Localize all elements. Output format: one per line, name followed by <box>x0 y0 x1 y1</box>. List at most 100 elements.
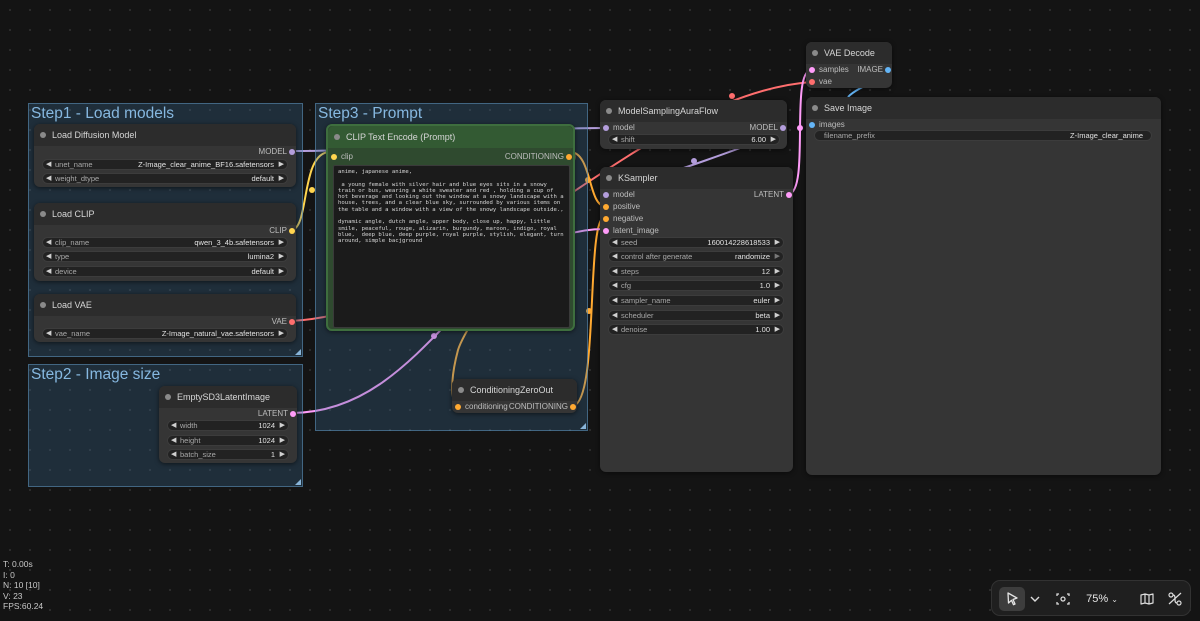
node-load-clip[interactable]: Load CLIP CLIP ◀ clip_name qwen_3_4b.saf… <box>34 203 296 281</box>
prompt-textarea[interactable]: anime, japanese anime, a young female wi… <box>333 165 570 328</box>
group-resize-handle[interactable] <box>295 479 301 485</box>
group-step1-title[interactable]: Step1 - Load models <box>29 104 302 122</box>
arrow-left-icon[interactable]: ◀ <box>612 252 617 261</box>
group-step2-title[interactable]: Step2 - Image size <box>29 365 302 383</box>
node-clip-text-encode[interactable]: CLIP Text Encode (Prompt) clip CONDITION… <box>326 124 575 331</box>
arrow-left-icon[interactable]: ◀ <box>612 135 617 144</box>
arrow-left-icon[interactable]: ◀ <box>46 267 51 276</box>
arrow-right-icon[interactable]: ▶ <box>775 296 780 305</box>
arrow-right-icon[interactable]: ▶ <box>279 160 284 169</box>
arrow-right-icon[interactable]: ▶ <box>775 311 780 320</box>
arrow-right-icon[interactable]: ▶ <box>280 450 285 459</box>
widget-control-after-generate[interactable]: ◀ control after generate randomize ▶ <box>608 251 784 262</box>
node-title[interactable]: Load Diffusion Model <box>34 124 296 146</box>
arrow-right-icon[interactable]: ▶ <box>280 421 285 430</box>
widget-weight-dtype[interactable]: ◀ weight_dtype default ▶ <box>42 173 288 184</box>
input-positive-slot[interactable] <box>603 204 609 210</box>
widget-height[interactable]: ◀ height 1024 ▶ <box>167 435 289 446</box>
arrow-right-icon[interactable]: ▶ <box>771 135 776 144</box>
widget-cfg[interactable]: ◀ cfg 1.0 ▶ <box>608 280 784 291</box>
arrow-right-icon[interactable]: ▶ <box>279 252 284 261</box>
output-model-slot[interactable] <box>289 149 295 155</box>
output-clip-slot[interactable] <box>289 228 295 234</box>
input-vae-slot[interactable] <box>809 79 815 85</box>
widget-batch-size[interactable]: ◀ batch_size 1 ▶ <box>167 449 289 460</box>
widget-vae-name[interactable]: ◀ vae_name Z-Image_natural_vae.safetenso… <box>42 328 288 339</box>
widget-device[interactable]: ◀ device default ▶ <box>42 266 288 277</box>
node-load-vae[interactable]: Load VAE VAE ◀ vae_name Z-Image_natural_… <box>34 294 296 342</box>
widget-filename-prefix[interactable]: filename_prefix Z-Image_clear_anime <box>814 130 1152 141</box>
output-model-slot[interactable] <box>780 125 786 131</box>
output-vae-slot[interactable] <box>289 319 295 325</box>
widget-width[interactable]: ◀ width 1024 ▶ <box>167 420 289 431</box>
arrow-left-icon[interactable]: ◀ <box>612 281 617 290</box>
arrow-left-icon[interactable]: ◀ <box>612 267 617 276</box>
tool-menu-button[interactable] <box>1027 587 1043 611</box>
node-title[interactable]: ConditioningZeroOut <box>452 379 577 401</box>
node-title[interactable]: EmptySD3LatentImage <box>159 386 297 408</box>
arrow-left-icon[interactable]: ◀ <box>612 311 617 320</box>
group-resize-handle[interactable] <box>580 423 586 429</box>
group-step3-title[interactable]: Step3 - Prompt <box>316 104 587 122</box>
arrow-right-icon[interactable]: ▶ <box>775 252 780 261</box>
input-model-slot[interactable] <box>603 192 609 198</box>
arrow-left-icon[interactable]: ◀ <box>46 174 51 183</box>
arrow-left-icon[interactable]: ◀ <box>46 329 51 338</box>
arrow-right-icon[interactable]: ▶ <box>279 238 284 247</box>
widget-denoise[interactable]: ◀ denoise 1.00 ▶ <box>608 324 784 335</box>
widget-scheduler[interactable]: ◀ scheduler beta ▶ <box>608 310 784 321</box>
node-title[interactable]: ModelSamplingAuraFlow <box>600 100 787 122</box>
output-image-slot[interactable] <box>885 67 891 73</box>
input-conditioning-slot[interactable] <box>455 404 461 410</box>
node-empty-latent-image[interactable]: EmptySD3LatentImage LATENT ◀ width 1024 … <box>159 386 297 463</box>
node-title[interactable]: Save Image <box>806 97 1161 119</box>
node-vae-decode[interactable]: VAE Decode samples IMAGE vae <box>806 42 892 88</box>
input-model-slot[interactable] <box>603 125 609 131</box>
node-graph-canvas[interactable]: Step1 - Load models Step2 - Image size S… <box>0 0 1200 621</box>
widget-unet-name[interactable]: ◀ unet_name Z-Image_clear_anime_BF16.saf… <box>42 159 288 170</box>
widget-steps[interactable]: ◀ steps 12 ▶ <box>608 266 784 277</box>
arrow-right-icon[interactable]: ▶ <box>279 267 284 276</box>
fit-view-button[interactable] <box>1052 587 1074 611</box>
arrow-left-icon[interactable]: ◀ <box>612 296 617 305</box>
node-load-diffusion-model[interactable]: Load Diffusion Model MODEL ◀ unet_name Z… <box>34 124 296 187</box>
input-latent-image-slot[interactable] <box>603 228 609 234</box>
arrow-left-icon[interactable]: ◀ <box>171 450 176 459</box>
node-title[interactable]: Load VAE <box>34 294 296 316</box>
widget-seed[interactable]: ◀ seed 160014228618533 ▶ <box>608 237 784 248</box>
arrow-left-icon[interactable]: ◀ <box>612 325 617 334</box>
widget-sampler-name[interactable]: ◀ sampler_name euler ▶ <box>608 295 784 306</box>
group-resize-handle[interactable] <box>295 349 301 355</box>
widget-clip-name[interactable]: ◀ clip_name qwen_3_4b.safetensors ▶ <box>42 237 288 248</box>
widget-shift[interactable]: ◀ shift 6.00 ▶ <box>608 134 780 145</box>
arrow-right-icon[interactable]: ▶ <box>279 329 284 338</box>
arrow-left-icon[interactable]: ◀ <box>46 160 51 169</box>
node-title[interactable]: Load CLIP <box>34 203 296 225</box>
pointer-tool-button[interactable] <box>999 587 1025 611</box>
arrow-right-icon[interactable]: ▶ <box>775 238 780 247</box>
arrow-right-icon[interactable]: ▶ <box>775 267 780 276</box>
node-ksampler[interactable]: KSampler model LATENT positive negative … <box>600 167 793 472</box>
node-title[interactable]: CLIP Text Encode (Prompt) <box>328 126 573 148</box>
arrow-right-icon[interactable]: ▶ <box>280 436 285 445</box>
output-conditioning-slot[interactable] <box>570 404 576 410</box>
arrow-right-icon[interactable]: ▶ <box>775 281 780 290</box>
toggle-links-button[interactable] <box>1164 587 1186 611</box>
input-clip-slot[interactable] <box>331 154 337 160</box>
node-title[interactable]: VAE Decode <box>806 42 892 64</box>
input-images-slot[interactable] <box>809 122 815 128</box>
arrow-right-icon[interactable]: ▶ <box>279 174 284 183</box>
arrow-left-icon[interactable]: ◀ <box>46 238 51 247</box>
output-conditioning-slot[interactable] <box>566 154 572 160</box>
minimap-button[interactable] <box>1136 587 1158 611</box>
input-negative-slot[interactable] <box>603 216 609 222</box>
node-save-image[interactable]: Save Image images filename_prefix Z-Imag… <box>806 97 1161 475</box>
arrow-left-icon[interactable]: ◀ <box>612 238 617 247</box>
output-latent-slot[interactable] <box>786 192 792 198</box>
widget-type[interactable]: ◀ type lumina2 ▶ <box>42 251 288 262</box>
arrow-left-icon[interactable]: ◀ <box>46 252 51 261</box>
arrow-right-icon[interactable]: ▶ <box>775 325 780 334</box>
input-samples-slot[interactable] <box>809 67 815 73</box>
node-title[interactable]: KSampler <box>600 167 793 189</box>
arrow-left-icon[interactable]: ◀ <box>171 436 176 445</box>
